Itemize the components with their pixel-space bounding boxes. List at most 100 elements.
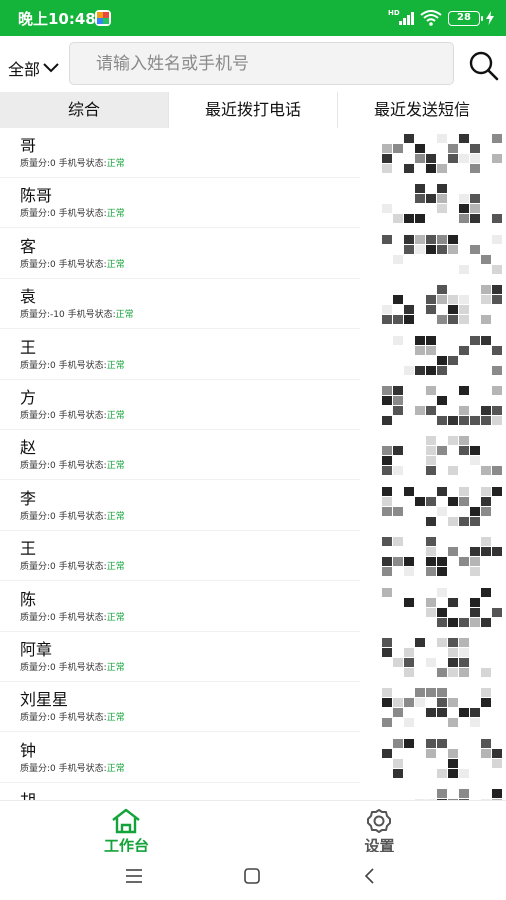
masked-phone-number — [362, 178, 506, 228]
phone-status-label: 手机号状态: — [58, 764, 107, 774]
status-bar: 晚上10:48 HD 28 — [0, 0, 506, 36]
menu-icon[interactable] — [122, 864, 146, 888]
scope-label: 全部 — [8, 60, 41, 79]
contact-meta: 质量分:0 手机号状态:正常 — [20, 662, 125, 674]
battery-icon: 28 — [448, 10, 483, 26]
tab-bar: 综合 最近拨打电话 最近发送短信 — [0, 92, 506, 128]
contact-row[interactable]: 胡 — [0, 783, 506, 800]
search-input[interactable] — [69, 42, 454, 85]
contact-row[interactable]: 陈质量分:0 手机号状态:正常 — [0, 582, 506, 632]
search-icon[interactable] — [467, 49, 499, 81]
masked-phone-number — [362, 430, 506, 480]
phone-status-value: 正常 — [106, 361, 125, 371]
contact-name: 李 — [20, 489, 37, 508]
contact-row[interactable]: 客质量分:0 手机号状态:正常 — [0, 229, 506, 279]
phone-status-label: 手机号状态: — [58, 361, 107, 371]
contact-meta: 质量分:0 手机号状态:正常 — [20, 612, 125, 624]
score-label: 质量分: — [20, 209, 51, 219]
tabbar-settings-label: 设置 — [364, 837, 395, 852]
tab-recent-calls[interactable]: 最近拨打电话 — [168, 92, 337, 128]
masked-phone-number — [362, 330, 506, 380]
contact-name: 阿章 — [20, 640, 53, 659]
tabbar-workbench[interactable]: 工作台 — [0, 801, 253, 852]
contact-row[interactable]: 哥质量分:0 手机号状态:正常 — [0, 128, 506, 178]
phone-status-label: 手机号状态: — [58, 613, 107, 623]
contact-name: 哥 — [20, 136, 37, 155]
contact-meta: 质量分:0 手机号状态:正常 — [20, 460, 125, 472]
contact-name: 王 — [20, 338, 37, 357]
score-value: 0 — [50, 613, 56, 623]
score-value: 0 — [50, 260, 56, 270]
contact-meta: 质量分:-10 手机号状态:正常 — [20, 309, 134, 321]
score-value: 0 — [50, 361, 56, 371]
back-icon[interactable] — [358, 864, 382, 888]
score-label: 质量分: — [20, 361, 51, 371]
row-divider — [0, 731, 360, 732]
contact-meta: 质量分:0 手机号状态:正常 — [20, 511, 125, 523]
phone-status-value: 正常 — [106, 562, 125, 572]
phone-status-label: 手机号状态: — [58, 411, 107, 421]
row-divider — [0, 227, 360, 228]
phone-status-value: 正常 — [106, 209, 125, 219]
contact-name: 袁 — [20, 287, 37, 306]
row-divider — [0, 328, 360, 329]
phone-status-label: 手机号状态: — [58, 159, 107, 169]
phone-status-value: 正常 — [106, 613, 125, 623]
search-row: 全部 — [0, 36, 506, 92]
contact-row[interactable]: 王质量分:0 手机号状态:正常 — [0, 531, 506, 581]
masked-phone-number — [362, 632, 506, 682]
home-square-icon[interactable] — [240, 864, 264, 888]
wifi-icon — [420, 10, 442, 26]
contact-meta: 质量分:0 手机号状态:正常 — [20, 360, 125, 372]
gear-icon — [367, 809, 391, 833]
phone-status-label: 手机号状态: — [58, 209, 107, 219]
phone-status-label: 手机号状态: — [58, 713, 107, 723]
score-value: 0 — [50, 764, 56, 774]
score-label: 质量分: — [20, 159, 51, 169]
chevron-down-icon — [43, 63, 59, 73]
score-value: 0 — [50, 663, 56, 673]
cell-signal-icon: HD — [388, 9, 414, 25]
contact-row[interactable]: 袁质量分:-10 手机号状态:正常 — [0, 279, 506, 329]
contact-row[interactable]: 李质量分:0 手机号状态:正常 — [0, 481, 506, 531]
contact-row[interactable]: 方质量分:0 手机号状态:正常 — [0, 380, 506, 430]
contact-row[interactable]: 赵质量分:0 手机号状态:正常 — [0, 430, 506, 480]
tabbar-workbench-label: 工作台 — [103, 837, 149, 852]
phone-status-label: 手机号状态: — [58, 663, 107, 673]
contact-name: 赵 — [20, 438, 37, 457]
score-label: 质量分: — [20, 411, 51, 421]
score-label: 质量分: — [20, 260, 51, 270]
contact-meta: 质量分:0 手机号状态:正常 — [20, 712, 125, 724]
phone-status-value: 正常 — [106, 159, 125, 169]
score-value: 0 — [50, 562, 56, 572]
scope-dropdown[interactable]: 全部 — [8, 56, 59, 80]
masked-phone-number — [362, 783, 506, 800]
score-label: 质量分: — [20, 764, 51, 774]
contact-meta: 质量分:0 手机号状态:正常 — [20, 561, 125, 573]
phone-status-value: 正常 — [106, 461, 125, 471]
masked-phone-number — [362, 229, 506, 279]
tab-recent-sms[interactable]: 最近发送短信 — [337, 92, 506, 128]
contact-meta: 质量分:0 手机号状态:正常 — [20, 763, 125, 775]
contact-row[interactable]: 陈哥 质量分:0 手机号状态:正常 — [0, 178, 506, 228]
phone-status-label: 手机号状态: — [58, 461, 107, 471]
score-value: 0 — [50, 512, 56, 522]
masked-phone-number — [362, 128, 506, 178]
contact-row[interactable]: 钟质量分:0 手机号状态:正常 — [0, 733, 506, 783]
tab-overview[interactable]: 综合 — [0, 92, 168, 128]
contact-list[interactable]: 哥质量分:0 手机号状态:正常 陈哥 质量分:0 手机号状态:正常客质量分:0 手机… — [0, 128, 506, 800]
status-time: 晚上10:48 — [18, 10, 96, 28]
contact-row[interactable]: 阿章质量分:0 手机号状态:正常 — [0, 632, 506, 682]
contact-name: 钟 — [20, 741, 37, 760]
contact-row[interactable]: 王质量分:0 手机号状态:正常 — [0, 330, 506, 380]
tabbar-settings[interactable]: 设置 — [253, 801, 506, 852]
contact-name: 刘星星 — [20, 690, 69, 709]
contact-row[interactable]: 刘星星质量分:0 手机号状态:正常 — [0, 682, 506, 732]
masked-phone-number — [362, 279, 506, 329]
phone-status-label: 手机号状态: — [58, 512, 107, 522]
contact-name: 陈哥 — [20, 186, 53, 205]
contact-name: 胡 — [20, 791, 36, 800]
contact-meta: 质量分:0 手机号状态:正常 — [20, 158, 125, 170]
phone-status-label: 手机号状态: — [58, 260, 107, 270]
app-notification-icon — [95, 10, 111, 26]
